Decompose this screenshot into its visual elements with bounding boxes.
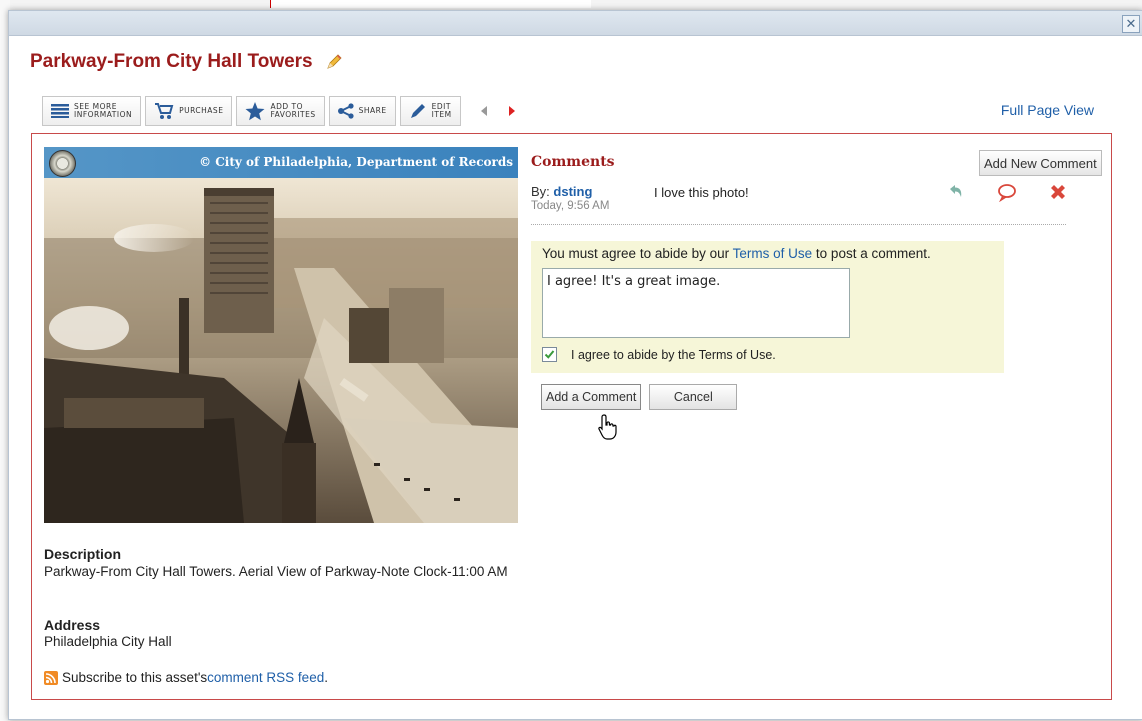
pen-icon <box>410 104 425 118</box>
purchase-label: PURCHASE <box>179 106 224 115</box>
asset-content: © City of Philadelphia, Department of Re… <box>31 133 1112 700</box>
comment-by-label: By: <box>531 184 554 199</box>
cancel-button[interactable]: Cancel <box>649 384 738 410</box>
rss-subscribe-row: Subscribe to this asset's comment RSS fe… <box>44 670 328 685</box>
delete-x-icon[interactable] <box>1048 182 1068 202</box>
terms-notice: You must agree to abide by our Terms of … <box>542 246 931 261</box>
background-topbar <box>270 0 591 8</box>
page-title: Parkway-From City Hall Towers <box>30 51 313 72</box>
rss-icon[interactable] <box>44 670 58 685</box>
terms-suffix: to post a comment. <box>812 246 931 261</box>
rss-suffix: . <box>324 670 328 685</box>
comment-user-link[interactable]: dsting <box>553 184 592 199</box>
agree-row: I agree to abide by the Terms of Use. <box>542 347 776 362</box>
purchase-button[interactable]: PURCHASE <box>145 96 233 126</box>
share-icon <box>337 103 354 119</box>
full-page-view-link[interactable]: Full Page View <box>1001 102 1094 118</box>
asset-photo[interactable]: © City of Philadelphia, Department of Re… <box>44 147 518 523</box>
terms-of-use-link[interactable]: Terms of Use <box>733 246 813 261</box>
comment-textarea[interactable] <box>542 268 850 338</box>
next-item-arrow-icon[interactable] <box>508 106 515 116</box>
comment-text: I love this photo! <box>654 185 749 200</box>
list-icon <box>51 104 69 118</box>
modal-topbar: ✕ <box>9 11 1142 36</box>
agree-label: I agree to abide by the Terms of Use. <box>571 347 776 362</box>
agree-checkbox[interactable] <box>542 347 557 362</box>
form-buttons: Add a Comment Cancel <box>541 384 745 410</box>
photo-banner: © City of Philadelphia, Department of Re… <box>44 147 518 178</box>
checkmark-icon <box>544 350 555 359</box>
address-text: Philadelphia City Hall <box>44 634 172 649</box>
add-new-comment-button[interactable]: Add New Comment <box>979 150 1102 176</box>
asset-toolbar: SEE MORE INFORMATION PURCHASE ADD TO FAV… <box>42 96 515 126</box>
share-button[interactable]: SHARE <box>328 96 396 126</box>
comment-rss-feed-link[interactable]: comment RSS feed <box>207 670 324 685</box>
asset-modal: ✕ Parkway-From City Hall Towers SEE MORE… <box>8 10 1142 720</box>
comment-item: By: dsting Today, 9:56 AM I love this ph… <box>531 184 1066 225</box>
add-to-favorites-button[interactable]: ADD TO FAVORITES <box>236 96 325 126</box>
star-icon <box>245 101 265 120</box>
close-icon[interactable]: ✕ <box>1122 15 1140 33</box>
edit-item-button[interactable]: EDIT ITEM <box>399 96 461 126</box>
see-more-label: SEE MORE INFORMATION <box>74 102 133 119</box>
add-a-comment-button[interactable]: Add a Comment <box>541 384 642 410</box>
comment-actions <box>946 182 1099 202</box>
see-more-info-button[interactable]: SEE MORE INFORMATION <box>42 96 142 126</box>
previous-item-arrow-icon[interactable] <box>480 106 487 116</box>
description-label: Description <box>44 546 122 562</box>
city-seal-icon <box>49 150 76 177</box>
aerial-photo-image <box>44 178 518 523</box>
rss-prefix: Subscribe to this asset's <box>62 670 208 685</box>
speech-bubble-icon[interactable] <box>997 182 1017 202</box>
address-label: Address <box>44 617 101 633</box>
edit-label: EDIT ITEM <box>431 102 452 119</box>
comments-heading: Comments <box>531 154 615 170</box>
comment-form: You must agree to abide by our Terms of … <box>531 241 1004 373</box>
terms-prefix: You must agree to abide by our <box>542 246 733 261</box>
reply-icon[interactable] <box>946 182 966 202</box>
description-text: Parkway-From City Hall Towers. Aerial Vi… <box>44 564 508 579</box>
edit-pencil-icon[interactable] <box>325 53 343 71</box>
hand-cursor-icon <box>598 414 617 440</box>
cart-icon <box>155 103 174 119</box>
title-row: Parkway-From City Hall Towers <box>30 51 343 73</box>
favorites-label: ADD TO FAVORITES <box>270 102 316 119</box>
photo-credit: © City of Philadelphia, Department of Re… <box>199 155 513 169</box>
share-label: SHARE <box>358 106 387 115</box>
